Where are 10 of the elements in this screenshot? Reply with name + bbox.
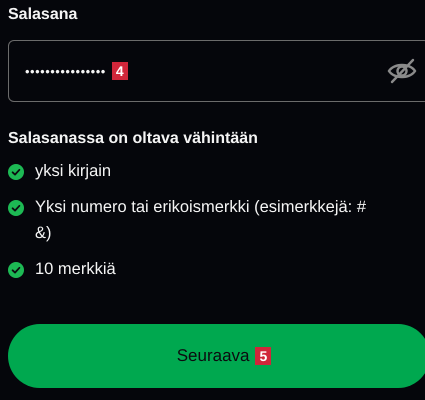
- next-button[interactable]: Seuraava 5: [8, 324, 425, 388]
- requirements-heading: Salasanassa on oltava vähintään: [8, 130, 259, 148]
- password-value: ••••••••••••••••: [25, 64, 106, 78]
- eye-slash-icon[interactable]: [387, 58, 417, 84]
- field-label: Salasana: [8, 6, 78, 25]
- requirement-text: Yksi numero tai erikoismerkki (esimerkkejä: # &): [35, 197, 366, 244]
- password-field[interactable]: •••••••••••••••• 4: [8, 40, 425, 102]
- requirement-text: yksi kirjain: [35, 161, 112, 182]
- requirement-text: 10 merkkiä: [35, 259, 116, 280]
- annotation-badge: 4: [112, 62, 128, 80]
